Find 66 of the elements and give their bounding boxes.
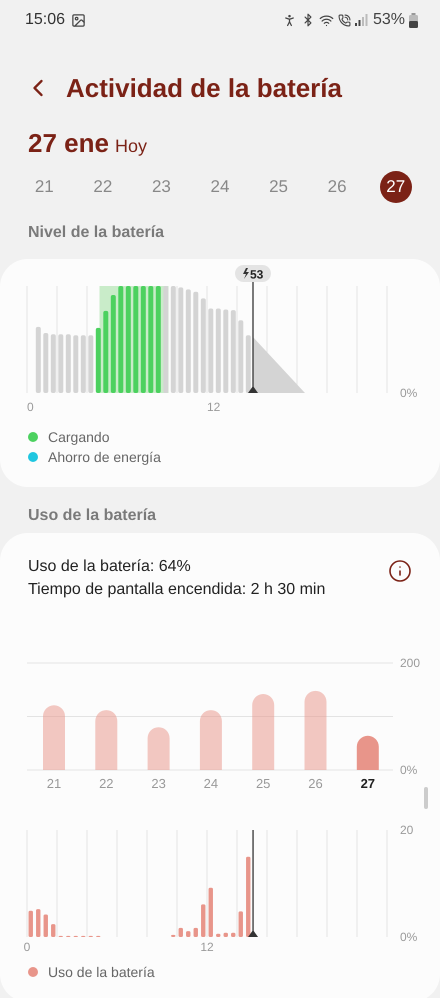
axis-label: 21 xyxy=(46,776,62,791)
axis-label: 0 xyxy=(24,940,30,952)
usage-bar xyxy=(51,924,56,937)
signal-icon xyxy=(354,14,369,26)
usage-bar xyxy=(224,932,228,937)
usage-bar xyxy=(186,931,190,937)
summary-text: Tiempo de pantalla encendida: 2 h 30 min xyxy=(28,580,326,600)
axis-label: 0% xyxy=(400,386,418,400)
usage-bar xyxy=(178,928,183,937)
axis-label: 22 xyxy=(99,776,114,791)
usage-bar xyxy=(43,705,65,770)
legend-label: Cargando xyxy=(48,429,110,445)
legend-dot xyxy=(28,967,38,977)
axis-label: 12 xyxy=(207,400,220,414)
usage-bar xyxy=(28,910,33,937)
usage-bar xyxy=(356,736,379,770)
day-tab[interactable]: 21 xyxy=(28,171,60,203)
axis-label: 24 xyxy=(204,776,218,791)
charge-level: 53 xyxy=(250,268,264,282)
day-tab[interactable]: 25 xyxy=(262,171,295,203)
axis-label: 20 xyxy=(400,823,414,837)
axis-label: 200 xyxy=(400,656,420,670)
axis-label: 25 xyxy=(256,776,270,791)
axis-label: 12 xyxy=(200,940,214,952)
usage-bar xyxy=(200,710,222,770)
status-time: 15:06 xyxy=(25,11,66,29)
usage-bar xyxy=(208,888,213,937)
usage-bar xyxy=(171,934,176,937)
day-tab[interactable]: 24 xyxy=(204,171,236,203)
usage-bar xyxy=(36,909,40,937)
day-tab[interactable]: 23 xyxy=(145,171,178,203)
battery-icon xyxy=(409,12,418,28)
image-icon xyxy=(71,12,86,28)
axis-label: 0% xyxy=(400,930,418,944)
section-title: Uso de la batería xyxy=(27,506,158,526)
bolt-icon xyxy=(243,268,249,279)
day-tab[interactable]: 22 xyxy=(86,171,119,203)
info-button[interactable] xyxy=(388,559,412,583)
phone-icon xyxy=(338,14,351,26)
usage-bar xyxy=(194,928,198,937)
legend-label: Uso de la batería xyxy=(48,964,155,980)
axis-label: 0 xyxy=(27,400,34,414)
battery-percent: 53% xyxy=(372,11,405,29)
usage-bar xyxy=(238,911,243,937)
axis-label: 27 xyxy=(360,776,376,791)
page-title: Actividad de la batería xyxy=(66,72,342,104)
usage-bar xyxy=(216,934,220,937)
axis-label: 0% xyxy=(400,763,418,777)
today-label: Hoy xyxy=(114,136,147,157)
day-tab[interactable]: 27 xyxy=(380,171,412,203)
axis-label: 23 xyxy=(151,776,166,791)
usage-bar xyxy=(44,914,48,937)
usage-bar xyxy=(231,932,236,937)
axis-label: 26 xyxy=(308,776,323,791)
summary-text: Uso de la batería: 64% xyxy=(28,557,192,577)
wifi-icon xyxy=(318,12,334,28)
usage-bar xyxy=(95,710,118,770)
day-tab[interactable]: 26 xyxy=(321,171,354,203)
scroll-thumb[interactable] xyxy=(424,787,428,809)
selected-date: 27 ene xyxy=(28,128,109,159)
legend-label: Ahorro de energía xyxy=(48,449,161,465)
charge-badge xyxy=(235,265,271,282)
section-title: Nivel de la batería xyxy=(27,223,166,243)
usage-bar xyxy=(201,904,206,937)
usage-bar xyxy=(148,727,170,770)
projection-area xyxy=(253,337,305,393)
